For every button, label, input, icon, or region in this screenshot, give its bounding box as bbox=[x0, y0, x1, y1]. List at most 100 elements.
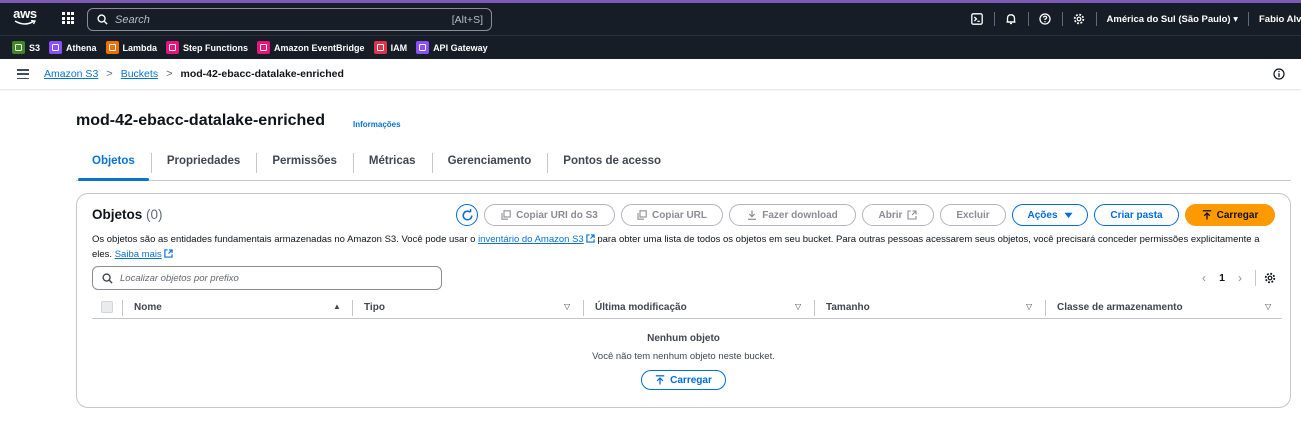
column-divider bbox=[122, 300, 123, 316]
create-folder-button[interactable]: Criar pasta bbox=[1094, 204, 1179, 226]
next-page-button[interactable]: › bbox=[1231, 271, 1249, 285]
objects-heading: Objetos (0) bbox=[92, 207, 163, 222]
breadcrumb-amazon-s3[interactable]: Amazon S3 bbox=[44, 68, 98, 80]
column-header-ultima-modificacao[interactable]: Última modificação bbox=[595, 302, 687, 313]
cloudshell-icon bbox=[971, 13, 983, 25]
aws-logo[interactable]: aws bbox=[12, 7, 38, 29]
previous-page-button[interactable]: ‹ bbox=[1195, 271, 1213, 285]
copy-url-button[interactable]: Copiar URL bbox=[621, 204, 723, 226]
sort-icon[interactable]: ▽ bbox=[1265, 302, 1271, 311]
download-icon bbox=[748, 210, 757, 220]
info-icon[interactable] bbox=[1273, 68, 1285, 80]
copy-s3-uri-label: Copiar URI do S3 bbox=[516, 209, 598, 221]
settings-button[interactable] bbox=[1063, 3, 1096, 35]
caret-down-icon bbox=[1064, 212, 1072, 218]
column-divider bbox=[352, 300, 353, 316]
bell-icon bbox=[1006, 14, 1016, 25]
download-label: Fazer download bbox=[762, 209, 838, 221]
menu-icon[interactable] bbox=[17, 69, 29, 80]
services-grid-icon[interactable] bbox=[62, 12, 74, 24]
tab-gerenciamento[interactable]: Gerenciamento bbox=[431, 150, 548, 180]
learn-more-link[interactable]: Saiba mais bbox=[115, 249, 162, 260]
tab-pontos-de-acesso[interactable]: Pontos de acesso bbox=[547, 150, 677, 180]
favorite-amazon-eventbridge[interactable]: Amazon EventBridge bbox=[257, 41, 365, 54]
cloudshell-button[interactable] bbox=[961, 3, 994, 35]
table-header: Nome ▲ Tipo ▽ Última modificação ▽ Taman… bbox=[92, 297, 1282, 319]
external-link-icon bbox=[164, 248, 173, 258]
favorite-label: IAM bbox=[390, 42, 408, 53]
sort-icon[interactable]: ▽ bbox=[1026, 302, 1032, 311]
empty-upload-button[interactable]: Carregar bbox=[641, 370, 726, 390]
favorite-label: API Gateway bbox=[433, 42, 488, 53]
favorite-label: Step Functions bbox=[183, 42, 249, 53]
upload-label: Carregar bbox=[1216, 209, 1259, 221]
eventbridge-icon bbox=[257, 41, 271, 54]
column-header-tipo[interactable]: Tipo bbox=[364, 302, 385, 313]
favorite-label: Athena bbox=[66, 42, 97, 53]
athena-icon bbox=[49, 41, 63, 54]
account-menu[interactable]: Fabio Alv bbox=[1249, 14, 1301, 25]
create-folder-label: Criar pasta bbox=[1110, 209, 1163, 221]
open-label: Abrir bbox=[878, 209, 903, 221]
open-button[interactable]: Abrir bbox=[862, 204, 934, 226]
objects-count: (0) bbox=[146, 207, 163, 222]
global-search-input[interactable]: Search [Alt+S] bbox=[87, 8, 492, 31]
refresh-button[interactable] bbox=[456, 204, 478, 226]
notifications-button[interactable] bbox=[995, 3, 1028, 35]
lambda-icon bbox=[105, 41, 119, 54]
api-gateway-icon bbox=[416, 41, 430, 54]
prefix-search-placeholder: Localizar objetos por prefixo bbox=[120, 273, 239, 284]
copy-icon bbox=[637, 210, 647, 220]
favorite-lambda[interactable]: Lambda bbox=[105, 41, 157, 54]
nav-right-utilities: América do Sul (São Paulo) ▾ Fabio Alv bbox=[961, 3, 1301, 35]
inventory-link[interactable]: inventário do Amazon S3 bbox=[478, 234, 584, 245]
column-header-tamanho[interactable]: Tamanho bbox=[826, 302, 870, 313]
current-page[interactable]: 1 bbox=[1213, 272, 1231, 284]
favorite-api-gateway[interactable]: API Gateway bbox=[416, 41, 488, 54]
delete-label: Excluir bbox=[956, 209, 990, 221]
page-title: mod-42-ebacc-datalake-enriched bbox=[76, 112, 325, 129]
objects-title: Objetos bbox=[92, 207, 143, 222]
upload-icon bbox=[1202, 210, 1211, 220]
iam-icon bbox=[373, 41, 387, 54]
search-icon bbox=[102, 273, 113, 284]
empty-upload-label: Carregar bbox=[670, 374, 712, 386]
top-navigation: aws Search [Alt+S] América do Sul (São P… bbox=[0, 0, 1301, 35]
favorite-label: S3 bbox=[29, 42, 41, 53]
column-header-classe-armazenamento[interactable]: Classe de armazenamento bbox=[1057, 302, 1183, 313]
tab-permissoes[interactable]: Permissões bbox=[256, 150, 353, 180]
sort-asc-icon[interactable]: ▲ bbox=[333, 302, 341, 311]
upload-button[interactable]: Carregar bbox=[1185, 204, 1275, 226]
tab-propriedades[interactable]: Propriedades bbox=[150, 150, 257, 180]
favorite-step-functions[interactable]: Step Functions bbox=[166, 41, 248, 54]
breadcrumb-buckets[interactable]: Buckets bbox=[121, 68, 158, 80]
copy-s3-uri-button[interactable]: Copiar URI do S3 bbox=[484, 204, 615, 226]
gear-icon[interactable] bbox=[1264, 272, 1276, 284]
external-link-icon bbox=[907, 210, 918, 220]
download-button[interactable]: Fazer download bbox=[729, 204, 856, 226]
sort-icon[interactable]: ▽ bbox=[795, 302, 801, 311]
sort-icon[interactable]: ▽ bbox=[564, 302, 570, 311]
delete-button[interactable]: Excluir bbox=[940, 204, 1006, 226]
favorite-iam[interactable]: IAM bbox=[373, 41, 408, 54]
region-selector[interactable]: América do Sul (São Paulo) ▾ bbox=[1097, 14, 1248, 25]
description-text-1: Os objetos são as entidades fundamentais… bbox=[92, 234, 479, 245]
search-icon bbox=[97, 14, 108, 25]
actions-label: Ações bbox=[1027, 209, 1058, 221]
help-button[interactable] bbox=[1029, 3, 1062, 35]
favorite-athena[interactable]: Athena bbox=[49, 41, 97, 54]
actions-dropdown[interactable]: Ações bbox=[1012, 204, 1088, 226]
gear-icon bbox=[1073, 13, 1085, 25]
prefix-search-input[interactable]: Localizar objetos por prefixo bbox=[92, 266, 442, 290]
favorites-bar: S3 Athena Lambda Step Functions Amazon Event… bbox=[0, 35, 1301, 59]
info-link[interactable]: Informações bbox=[353, 120, 401, 129]
favorite-s3[interactable]: S3 bbox=[12, 41, 40, 54]
tab-objetos[interactable]: Objetos bbox=[76, 150, 151, 181]
refresh-icon bbox=[461, 208, 473, 221]
tab-metricas[interactable]: Métricas bbox=[352, 150, 432, 180]
breadcrumb-current: mod-42-ebacc-datalake-enriched bbox=[180, 68, 344, 80]
column-header-nome[interactable]: Nome bbox=[134, 302, 162, 313]
objects-description: Os objetos são as entidades fundamentais… bbox=[92, 233, 1282, 262]
select-all-checkbox[interactable] bbox=[101, 301, 113, 313]
aws-logo-text: aws bbox=[13, 6, 37, 21]
